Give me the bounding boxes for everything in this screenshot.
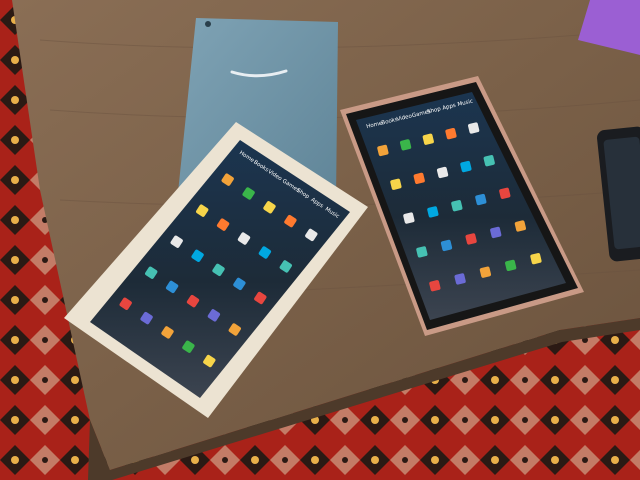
- camera-icon: [205, 21, 211, 27]
- tablets-photo: HomeBooksVideoGamesShopAppsMusic HomeBoo…: [0, 0, 640, 480]
